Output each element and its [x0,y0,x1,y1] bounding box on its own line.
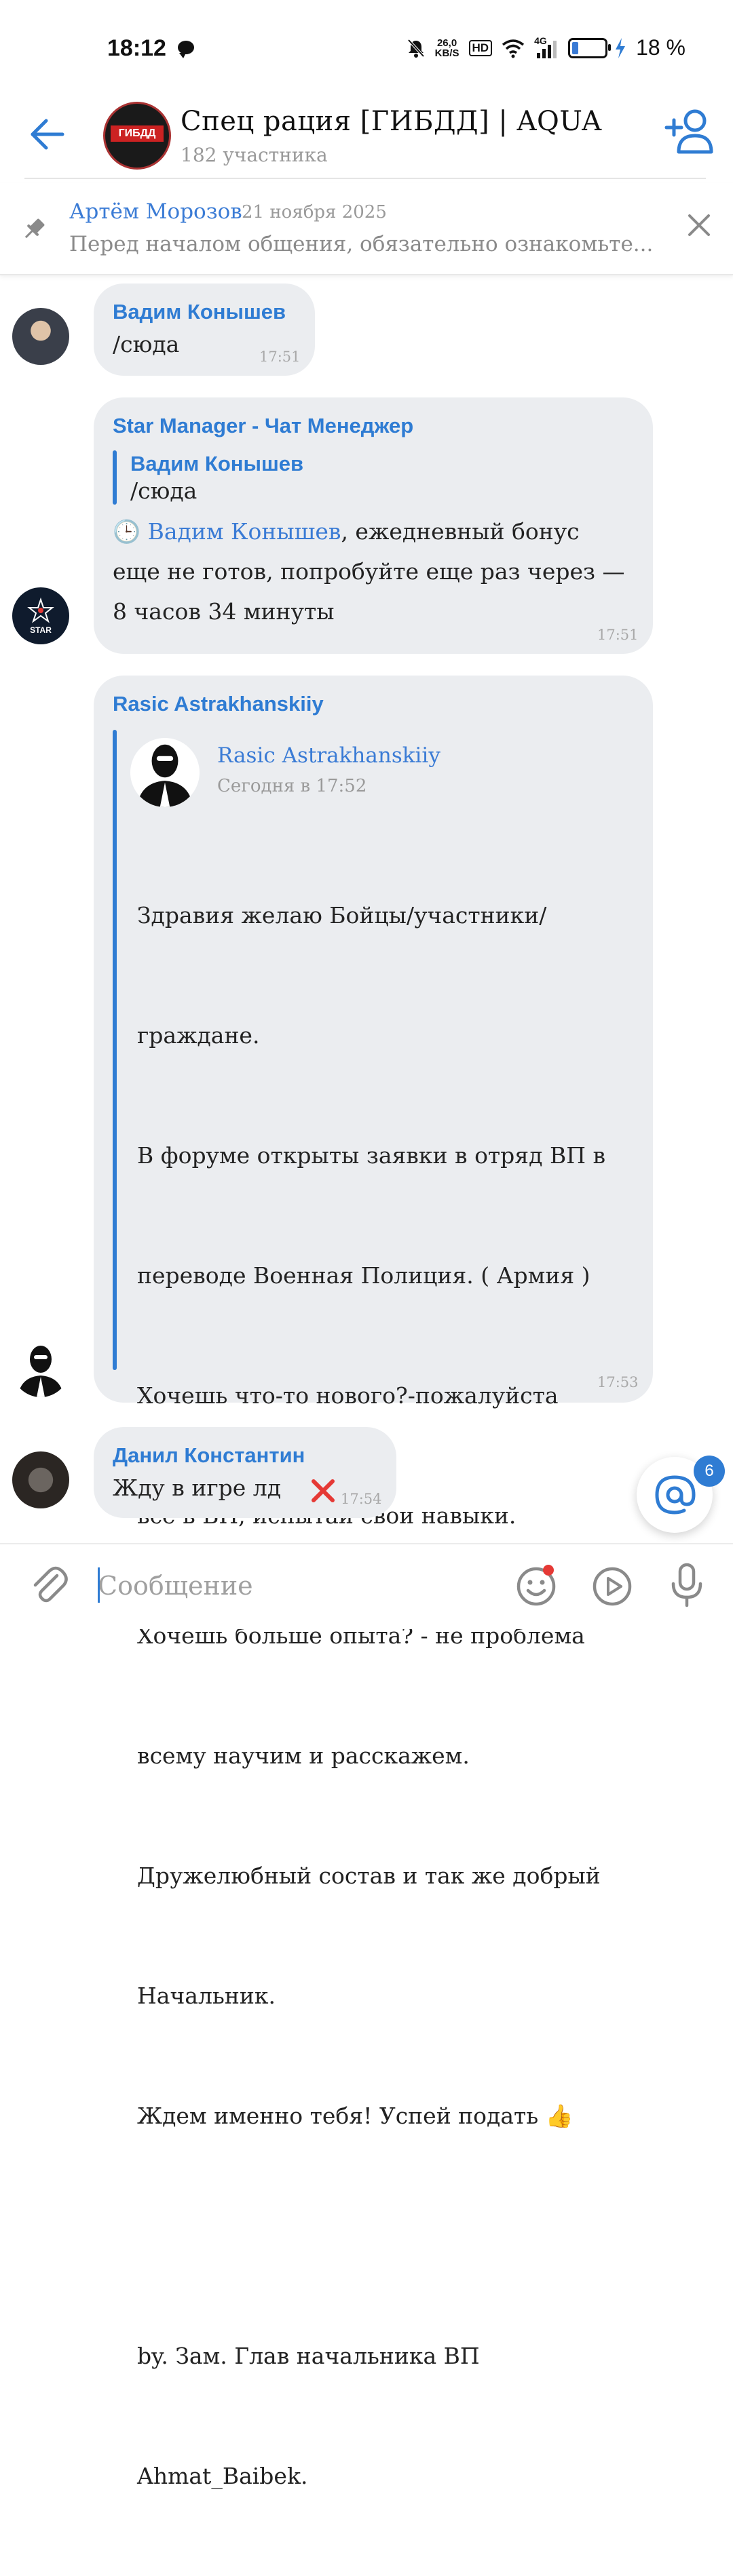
message-text-line: еще не готов, попробуйте еще раз через — [113,558,625,585]
member-count: 182 участника [181,144,328,166]
status-bar: 18:12 26,0 KB/S HD 4G 18 % [0,0,733,95]
speed-unit: KB/S [434,47,459,59]
text-line [137,2216,605,2256]
pinned-author: Артём Морозов [69,199,242,224]
speed-value: 26,0 [436,37,457,49]
message-bubble[interactable]: Star Manager - Чат Менеджер Вадим Коныше… [94,397,653,654]
text-line: Начальник. [137,1983,276,2009]
avatar-rasic[interactable] [12,1340,69,1397]
emoji-notification-dot [543,1565,554,1576]
add-user-icon[interactable] [664,107,715,155]
play-icon[interactable] [590,1565,634,1608]
status-time: 18:12 [107,35,166,61]
message-bubble[interactable]: Rasic Astrakhanskiiy Rasic Astrakhanskii… [94,676,653,2489]
message-text: /сюда [113,331,180,357]
forward-time: Сегодня в 17:52 [217,776,367,796]
text-line: by. Зам. Глав начальника ВП [137,2343,480,2369]
message-sender[interactable]: Star Manager - Чат Менеджер [113,414,413,438]
message-text: Жду в игре лд [113,1475,282,1501]
masked-soldier-icon [18,1346,64,1397]
message-time: 17:54 [341,1491,382,1507]
text-line: граждане. [137,1022,260,1049]
status-icons: 26,0 KB/S HD 4G 18 % [407,35,685,60]
reply-quote-bar [113,450,117,505]
text-line: В форуме открыты заявки в отряд ВП в [137,1142,606,1169]
battery-percent: 18 % [636,35,685,60]
text-line: Здравия желаю Бойцы/участники/ [137,902,547,929]
message-bubble[interactable]: Данил Константин Жду в игре лд 17:54 [94,1427,396,1518]
message-time: 17:51 [597,627,639,643]
forward-quote-bar [113,730,117,1370]
message-sender[interactable]: Вадим Конышев [113,300,286,324]
network-type: 4G [534,35,547,46]
text-line: Ждем именно тебя! Успей подать 👍 [137,2103,574,2129]
avatar-star-manager[interactable]: STAR [12,587,69,644]
text-line: Хочешь что-то нового?-пожалуйста [137,1382,559,1409]
star-icon [27,597,54,623]
masked-soldier-icon [136,744,193,807]
message-bubble[interactable]: Вадим Конышев /сюда 17:51 [94,284,315,376]
mentions-count-badge: 6 [694,1456,725,1487]
text-line: Дружелюбный состав и так же добрый [137,1862,601,1889]
charging-bolt-icon [616,37,626,58]
chat-title[interactable]: Спец рация [ГИБДД] | AQUA [181,106,602,137]
attach-icon[interactable] [27,1563,71,1607]
message-time: 17:51 [259,349,301,365]
chat-notification-icon [178,41,194,58]
pinned-text: Перед началом общения, обязательно ознак… [69,232,654,256]
forwarded-text: Здравия желаю Бойцы/участники/ граждане.… [137,815,605,2576]
forward-author[interactable]: Rasic Astrakhanskiiy [217,743,440,768]
battery-icon [568,37,612,58]
close-icon[interactable] [685,212,713,239]
message-text-line: , ежедневный бонус [341,518,580,545]
cellular-signal-icon: 4G [534,35,559,58]
star-avatar-label: STAR [30,625,52,635]
message-sender[interactable]: Rasic Astrakhanskiiy [113,692,324,716]
forward-author-avatar[interactable] [130,738,200,807]
back-arrow-icon[interactable] [27,114,68,155]
network-speed: 26,0 KB/S [435,38,459,58]
message-text-line: 8 часов 34 минуты [113,598,335,625]
failed-send-icon[interactable] [311,1479,335,1503]
message-time: 17:53 [597,1374,639,1390]
text-line: всему научим и расскажем. [137,1742,470,1769]
wifi-icon [502,39,525,58]
group-avatar[interactable]: ГИБДД [103,102,171,170]
pin-icon [24,218,45,239]
pinned-message[interactable]: Артём Морозов 21 ноября 2025 Перед начал… [0,183,733,275]
message-composer [0,1543,733,1629]
reply-text: /сюда [130,477,198,504]
avatar-vadim[interactable] [12,308,69,365]
text-cursor [98,1567,100,1603]
message-sender[interactable]: Данил Константин [113,1443,305,1468]
text-line: Ahmat_Baibek. [137,2463,308,2489]
group-avatar-label: ГИБДД [111,125,164,142]
header-divider [24,178,706,179]
mention-link[interactable]: Вадим Конышев [148,518,341,545]
message-input[interactable] [96,1565,479,1607]
microphone-icon[interactable] [665,1561,709,1608]
hd-icon: HD [468,39,493,56]
text-line: переводе Военная Полиция. ( Армия ) [137,1262,590,1289]
pinned-date: 21 ноября 2025 [242,202,387,222]
message-text: 🕒 Вадим Конышев, ежедневный бонус еще не… [113,511,625,631]
clock-icon: 🕒 [113,518,141,545]
chat-header: ГИБДД Спец рация [ГИБДД] | AQUA 182 учас… [0,95,733,178]
mute-bell-icon [407,39,425,58]
avatar-danil[interactable] [12,1451,69,1508]
